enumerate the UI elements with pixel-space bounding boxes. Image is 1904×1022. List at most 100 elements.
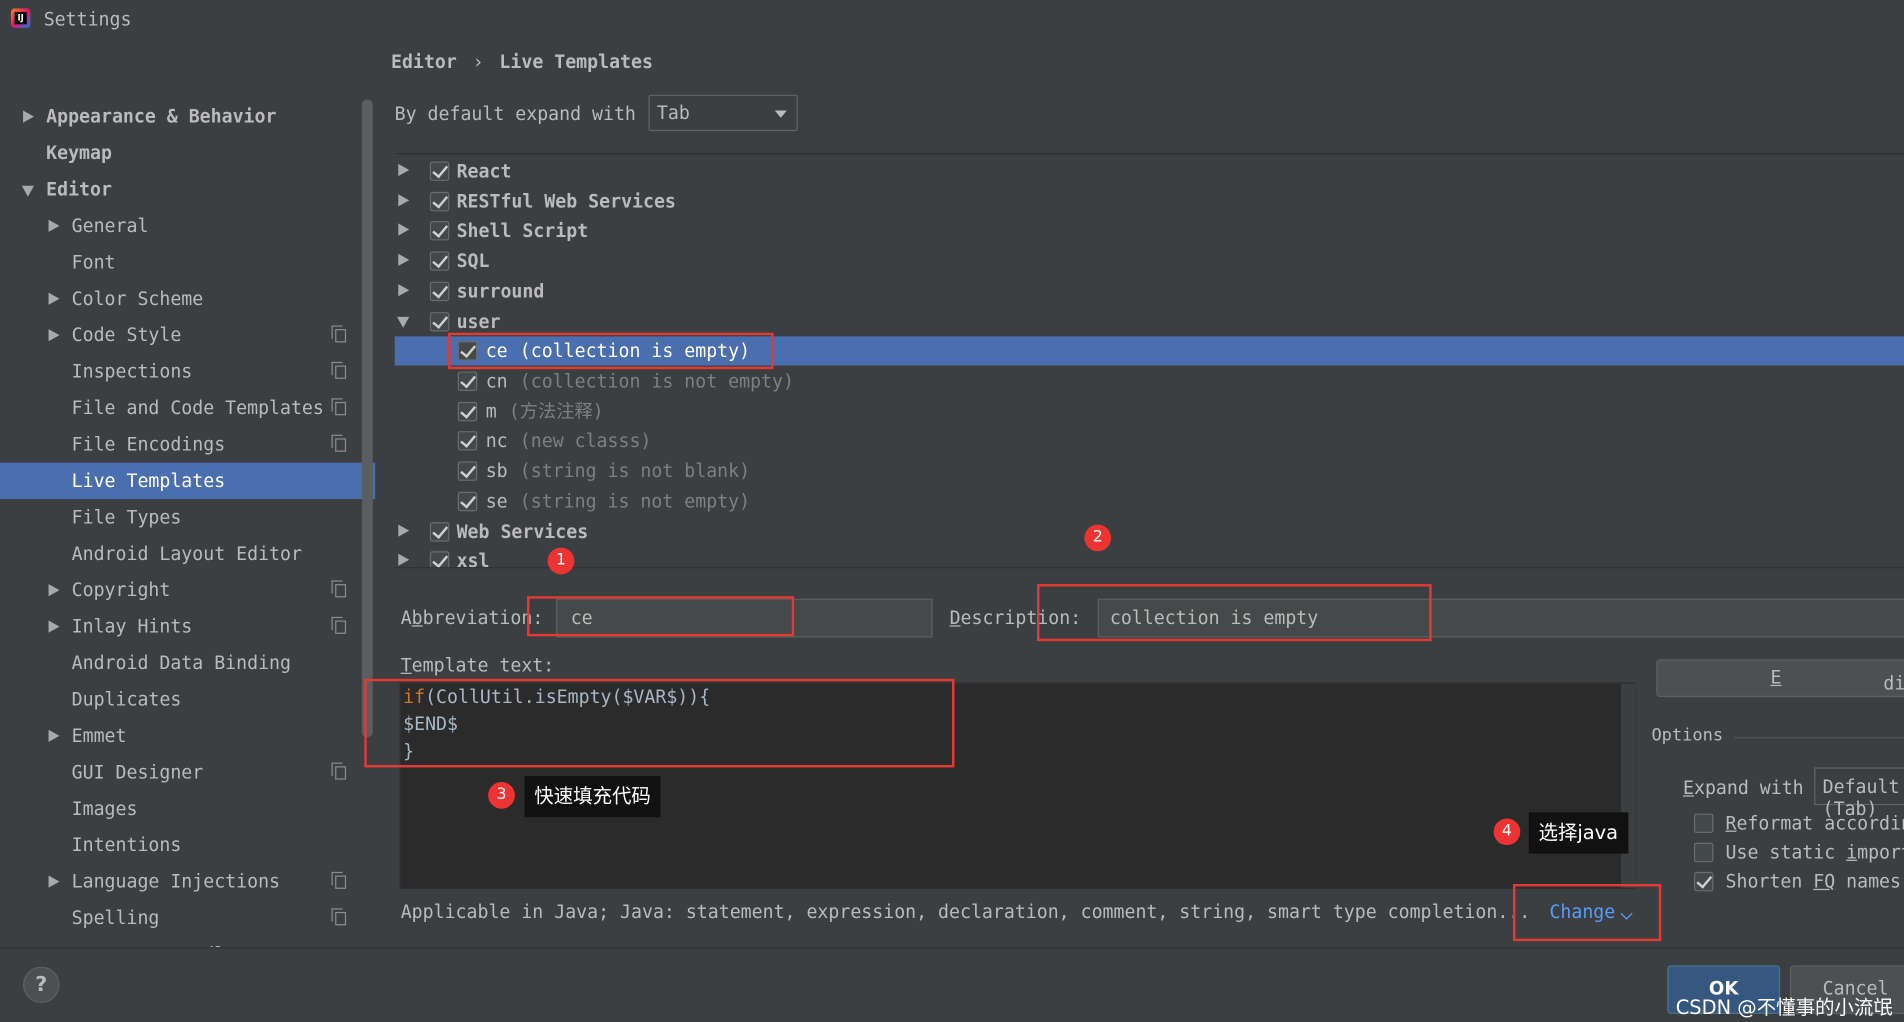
template-item-nc[interactable]: nc (new classs) (395, 426, 1904, 455)
editor-scrollbar[interactable] (1621, 683, 1636, 888)
template-checkbox[interactable] (457, 401, 478, 422)
watermark-text: CSDN @不懂事的小流氓 (1675, 995, 1893, 1019)
template-group-web-services[interactable]: Web Services (395, 517, 1904, 546)
template-abbreviation: cn (collection is not empty) (486, 367, 794, 396)
sidebar-item-duplicates[interactable]: Duplicates (0, 681, 359, 717)
template-abbreviation: nc (new classs) (486, 426, 652, 455)
sidebar-item-editor[interactable]: Editor (0, 171, 359, 207)
group-name: Shell Script (456, 219, 589, 242)
annotation-badge-4: 4 (1493, 818, 1521, 846)
collapse-arrow-icon[interactable] (21, 185, 35, 197)
template-group-xsl[interactable]: xsl (395, 546, 1904, 568)
group-checkbox[interactable] (429, 191, 450, 212)
template-checkbox[interactable] (457, 491, 478, 512)
group-checkbox[interactable] (429, 522, 450, 542)
sidebar-item-language-injections[interactable]: Language Injections (0, 863, 359, 899)
template-description: (string is not blank) (519, 460, 751, 483)
default-expand-select[interactable]: Tab (648, 94, 798, 132)
shorten-fq-checkbox[interactable] (1693, 871, 1714, 892)
expand-arrow-icon[interactable] (398, 284, 410, 297)
sidebar-item-label: Editor (46, 178, 112, 201)
expand-with-select[interactable]: Default (Tab) (1814, 767, 1904, 820)
sidebar-item-copyright[interactable]: Copyright (0, 572, 359, 608)
group-name: SQL (456, 250, 490, 273)
template-abbr-text: se (485, 490, 508, 513)
static-import-checkbox[interactable] (1693, 842, 1714, 863)
expand-arrow-icon[interactable] (398, 553, 410, 566)
sidebar-item-emmet[interactable]: Emmet (0, 718, 359, 754)
expand-arrow-icon[interactable] (398, 223, 410, 236)
group-checkbox[interactable] (429, 281, 450, 302)
expand-arrow-icon[interactable] (48, 292, 60, 305)
breadcrumb: Editor › Live Templates (391, 51, 653, 73)
static-import-label: Use static import if possible (1725, 841, 1904, 864)
sidebar-item-label: Live Templates (71, 469, 226, 492)
template-checkbox[interactable] (457, 461, 478, 481)
expand-arrow-icon[interactable] (48, 729, 60, 742)
help-button[interactable]: ? (23, 966, 60, 1004)
default-expand-label: By default expand with (394, 103, 636, 126)
sidebar-item-file-and-code-templates[interactable]: File and Code Templates (0, 390, 359, 426)
options-section-title: Options (1651, 726, 1724, 746)
collapse-arrow-icon[interactable] (397, 316, 410, 328)
template-item-cn[interactable]: cn (collection is not empty) (395, 367, 1904, 396)
expand-arrow-icon[interactable] (398, 253, 410, 266)
reformat-checkbox[interactable] (1693, 813, 1714, 834)
template-item-sb[interactable]: sb (string is not blank) (395, 457, 1904, 486)
expand-arrow-icon[interactable] (23, 110, 35, 123)
template-abbr-text: m (485, 400, 497, 423)
expand-arrow-icon[interactable] (398, 194, 410, 207)
template-group-sql[interactable]: SQL (395, 247, 1904, 276)
group-checkbox[interactable] (429, 251, 450, 271)
sidebar-item-android-layout-editor[interactable]: Android Layout Editor (0, 536, 359, 572)
expand-arrow-icon[interactable] (48, 584, 60, 597)
sidebar-item-keymap[interactable]: Keymap (0, 135, 359, 171)
group-checkbox[interactable] (429, 312, 450, 332)
sidebar-item-gui-designer[interactable]: GUI Designer (0, 754, 359, 790)
group-checkbox[interactable] (429, 161, 450, 181)
sidebar-item-code-style[interactable]: Code Style (0, 317, 359, 353)
sidebar-item-live-templates[interactable]: Live Templates (0, 462, 376, 500)
expand-with-label: Expand with (1683, 777, 1804, 800)
sidebar-item-font[interactable]: Font (0, 244, 359, 280)
sidebar-item-appearance-behavior[interactable]: Appearance & Behavior (0, 98, 359, 134)
expand-arrow-icon[interactable] (398, 163, 410, 177)
group-name: RESTful Web Services (456, 190, 676, 213)
sidebar-item-file-types[interactable]: File Types (0, 499, 359, 535)
edit-variables-button[interactable]: Edit variables (1656, 659, 1904, 698)
breadcrumb-parent[interactable]: Editor (391, 51, 457, 73)
sidebar-item-inspections[interactable]: Inspections (0, 353, 359, 389)
template-abbreviation: m (方法注释) (486, 397, 604, 426)
sidebar-item-intentions[interactable]: Intentions (0, 827, 359, 863)
sidebar-scrollbar[interactable] (361, 99, 373, 738)
template-item-m[interactable]: m (方法注释) (395, 397, 1904, 426)
sidebar-item-general[interactable]: General (0, 208, 359, 244)
group-name: Web Services (456, 520, 589, 543)
expand-arrow-icon[interactable] (398, 524, 410, 537)
expand-arrow-icon[interactable] (48, 875, 60, 888)
expand-arrow-icon[interactable] (48, 329, 60, 342)
template-checkbox[interactable] (457, 371, 478, 392)
annotation-box-abbreviation (527, 596, 795, 637)
sidebar-item-images[interactable]: Images (0, 791, 359, 827)
expand-arrow-icon[interactable] (48, 219, 60, 232)
template-group-surround[interactable]: surround (395, 277, 1904, 306)
annotation-box-template-row (448, 332, 774, 370)
group-checkbox[interactable] (429, 551, 450, 568)
sidebar-item-label: General (71, 214, 149, 237)
sidebar-item-inlay-hints[interactable]: Inlay Hints (0, 608, 359, 644)
template-group-shell-script[interactable]: Shell Script (395, 216, 1904, 245)
template-group-react[interactable]: React (395, 157, 1904, 186)
group-name: xsl (456, 550, 490, 569)
template-group-restful-web-services[interactable]: RESTful Web Services (395, 187, 1904, 216)
template-checkbox[interactable] (457, 431, 478, 451)
expand-arrow-icon[interactable] (48, 620, 60, 633)
sidebar-item-color-scheme[interactable]: Color Scheme (0, 281, 359, 317)
sidebar-item-spelling[interactable]: Spelling (0, 900, 359, 936)
sidebar-item-file-encodings[interactable]: File Encodings (0, 426, 359, 462)
template-item-se[interactable]: se (string is not empty) (395, 487, 1904, 516)
sidebar-item-android-data-binding[interactable]: Android Data Binding (0, 645, 359, 681)
sidebar-item-textmate-bundles[interactable]: TextMate Bundles (0, 936, 359, 948)
template-abbreviation: sb (string is not blank) (486, 457, 750, 486)
group-checkbox[interactable] (429, 221, 450, 241)
